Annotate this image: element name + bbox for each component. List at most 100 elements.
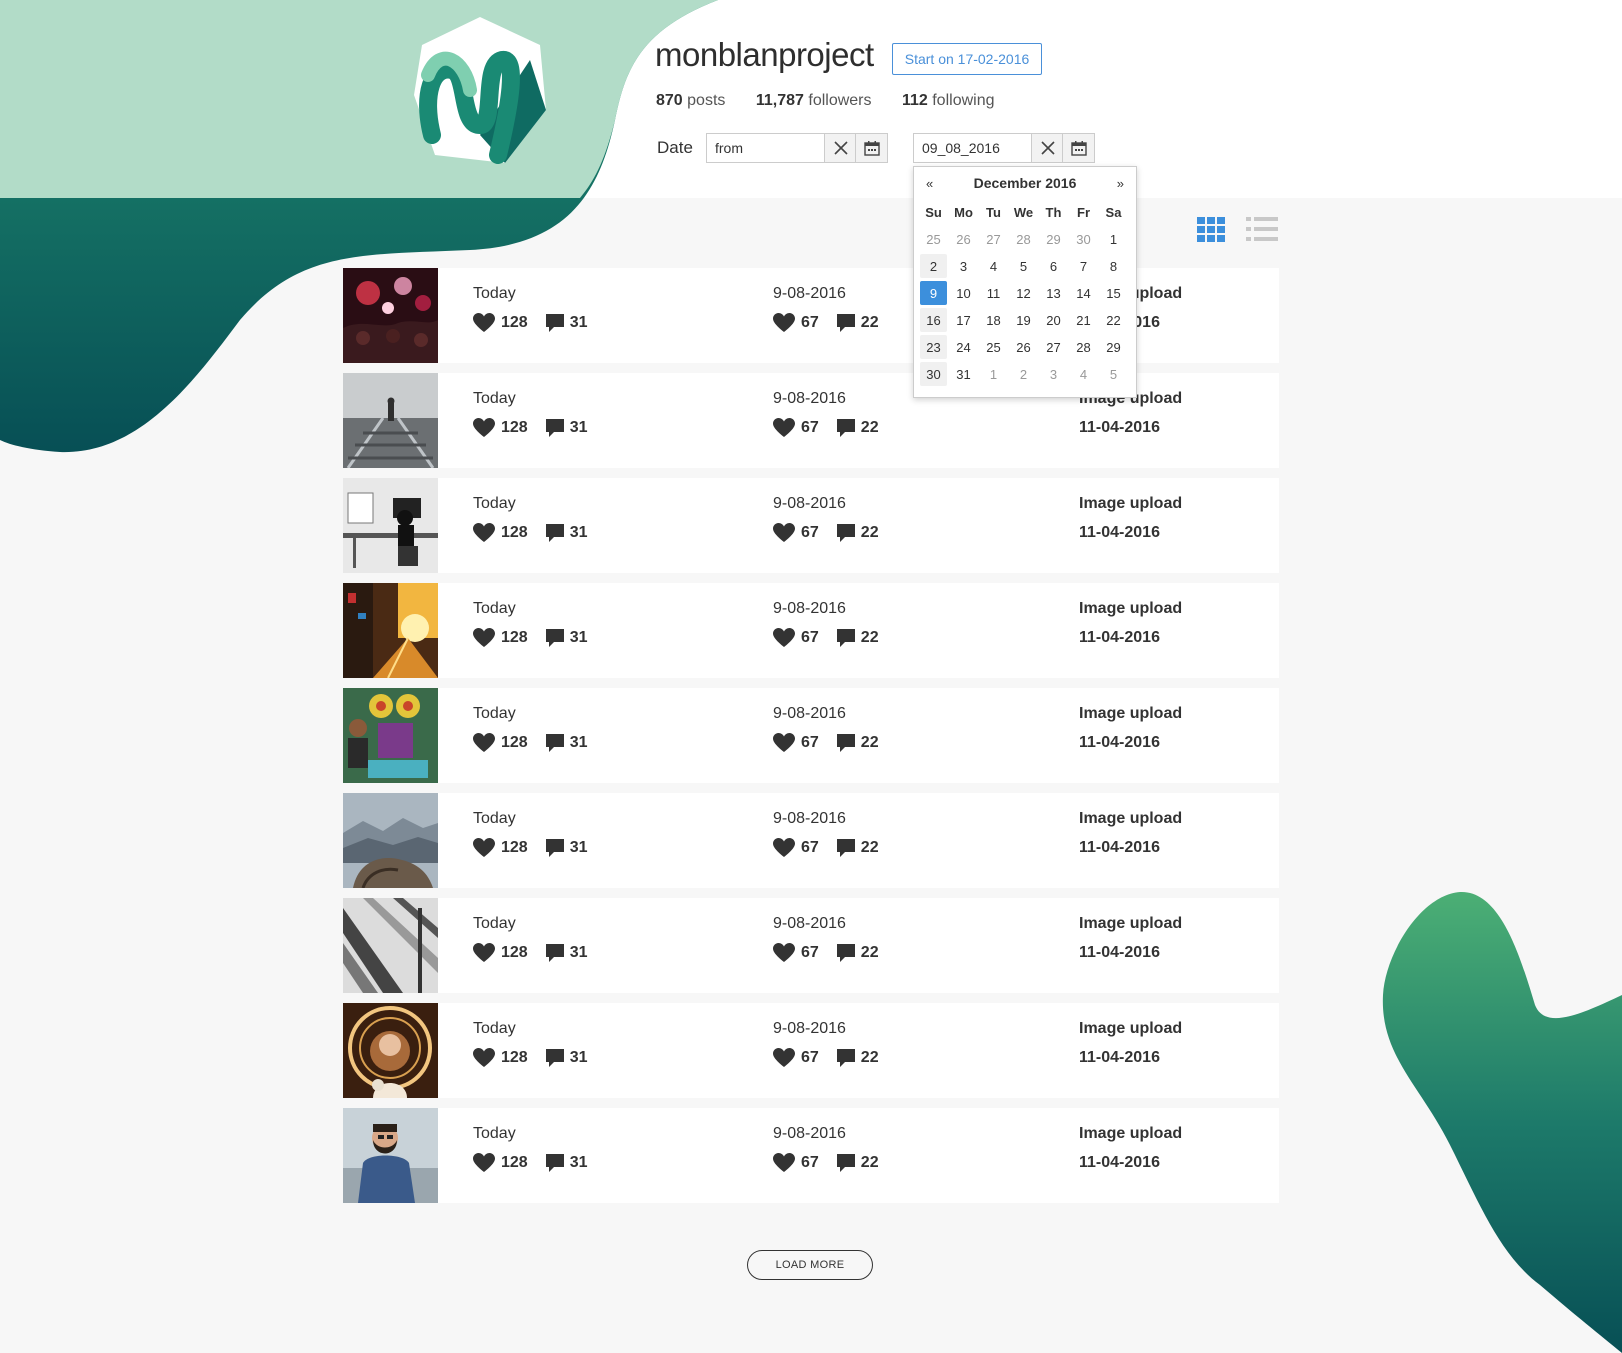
calendar-day[interactable]: 31 — [950, 362, 977, 386]
post-thumbnail[interactable] — [343, 793, 438, 888]
calendar-day[interactable]: 20 — [1040, 308, 1067, 332]
open-calendar-from-button[interactable] — [855, 134, 887, 162]
comment-icon — [836, 734, 855, 752]
calendar-day[interactable]: 28 — [1070, 335, 1097, 359]
calendar-day[interactable]: 1 — [980, 362, 1007, 386]
calendar-day[interactable]: 30 — [1070, 227, 1097, 251]
date-from-field[interactable] — [706, 133, 888, 163]
calendar-day[interactable]: 30 — [920, 362, 947, 386]
calendar-day[interactable]: 22 — [1100, 308, 1127, 332]
calendar-day[interactable]: 24 — [950, 335, 977, 359]
period-label: 9-08-2016 — [773, 1125, 846, 1142]
calendar-day[interactable]: 8 — [1100, 254, 1127, 278]
next-month-button[interactable]: » — [1117, 176, 1124, 191]
post-thumbnail[interactable] — [343, 1003, 438, 1098]
likes-count: 128 — [473, 418, 528, 438]
prev-month-button[interactable]: « — [926, 176, 933, 191]
calendar-day[interactable]: 4 — [1070, 362, 1097, 386]
calendar-day[interactable]: 18 — [980, 308, 1007, 332]
calendar-day[interactable]: 25 — [920, 227, 947, 251]
post-row[interactable]: Today128319-08-20166722Image upload11-04… — [343, 898, 1279, 993]
calendar-day[interactable]: 3 — [950, 254, 977, 278]
calendar-day[interactable]: 5 — [1010, 254, 1037, 278]
calendar-day[interactable]: 12 — [1010, 281, 1037, 305]
grid-view-icon[interactable] — [1197, 217, 1225, 243]
list-view-icon[interactable] — [1246, 217, 1278, 243]
load-more-button[interactable]: LOAD MORE — [747, 1250, 873, 1280]
post-row[interactable]: Today128319-08-20166722Image upload11-04… — [343, 478, 1279, 573]
post-row[interactable]: Today128319-08-20166722Image upload11-04… — [343, 1108, 1279, 1203]
post-thumbnail[interactable] — [343, 268, 438, 363]
post-thumbnail[interactable] — [343, 898, 438, 993]
post-thumbnail[interactable] — [343, 478, 438, 573]
comment-icon — [545, 1049, 564, 1067]
heart-icon — [773, 1048, 795, 1067]
post-row[interactable]: Today128319-08-20166722Image upload11-04… — [343, 793, 1279, 888]
start-date-badge[interactable]: Start on 17-02-2016 — [892, 43, 1042, 75]
calendar-day[interactable]: 28 — [1010, 227, 1037, 251]
stat-following[interactable]: 112 following — [902, 92, 995, 109]
likes-value: 67 — [801, 629, 819, 646]
calendar-day-selected[interactable]: 9 — [920, 281, 947, 305]
calendar-day[interactable]: 14 — [1070, 281, 1097, 305]
post-thumbnail[interactable] — [343, 688, 438, 783]
calendar-day[interactable]: 7 — [1070, 254, 1097, 278]
calendar-day[interactable]: 13 — [1040, 281, 1067, 305]
calendar-day[interactable]: 17 — [950, 308, 977, 332]
comments-value: 31 — [569, 1049, 588, 1066]
upload-date: 11-04-2016 — [1079, 524, 1160, 541]
calendar-day[interactable]: 29 — [1040, 227, 1067, 251]
calendar-day[interactable]: 1 — [1100, 227, 1127, 251]
calendar-day[interactable]: 26 — [1010, 335, 1037, 359]
post-thumbnail[interactable] — [343, 373, 438, 468]
post-row[interactable]: Today128319-08-20166722Image upload11-04… — [343, 688, 1279, 783]
calendar-day[interactable]: 21 — [1070, 308, 1097, 332]
calendar-day[interactable]: 25 — [980, 335, 1007, 359]
calendar-day[interactable]: 2 — [1010, 362, 1037, 386]
calendar-day[interactable]: 27 — [1040, 335, 1067, 359]
calendar-day[interactable]: 15 — [1100, 281, 1127, 305]
weekday-label: Tu — [986, 204, 1001, 220]
likes-count: 128 — [473, 313, 528, 333]
post-thumbnail[interactable] — [343, 583, 438, 678]
comments-count: 31 — [545, 839, 588, 857]
period-label: Today — [473, 810, 516, 827]
likes-value: 128 — [501, 1049, 528, 1066]
calendar-day[interactable]: 19 — [1010, 308, 1037, 332]
calendar-day[interactable]: 11 — [980, 281, 1007, 305]
comments-count: 22 — [836, 1154, 879, 1172]
comments-value: 31 — [569, 419, 588, 436]
calendar-day[interactable]: 26 — [950, 227, 977, 251]
stat-followers[interactable]: 11,787 followers — [756, 92, 872, 109]
comments-count: 31 — [545, 944, 588, 962]
calendar-day[interactable]: 5 — [1100, 362, 1127, 386]
upload-date: 11-04-2016 — [1079, 1154, 1160, 1171]
comments-count: 22 — [836, 419, 879, 437]
calendar-day[interactable]: 6 — [1040, 254, 1067, 278]
calendar-month-label[interactable]: December 2016 — [974, 175, 1077, 191]
calendar-day[interactable]: 10 — [950, 281, 977, 305]
calendar-grid: Su Mo Tu We Th Fr Sa 25 26 27 28 29 30 1 2 3 4 5 6 7 8 9 10 11… — [917, 197, 1130, 389]
post-image — [343, 478, 438, 573]
engagement-metrics: 67 22 — [773, 313, 897, 333]
calendar-day[interactable]: 29 — [1100, 335, 1127, 359]
post-row[interactable]: Today128319-08-20166722Image upload11-04… — [343, 268, 1279, 363]
calendar-day[interactable]: 23 — [920, 335, 947, 359]
date-to-field[interactable] — [913, 133, 1095, 163]
likes-count: 128 — [473, 733, 528, 753]
clear-from-button[interactable] — [824, 134, 856, 162]
calendar-day[interactable]: 4 — [980, 254, 1007, 278]
clear-to-button[interactable] — [1031, 134, 1063, 162]
date-to-input[interactable] — [922, 134, 1032, 162]
calendar-day[interactable]: 16 — [920, 308, 947, 332]
date-from-input[interactable] — [715, 134, 825, 162]
post-thumbnail[interactable] — [343, 1108, 438, 1203]
post-row[interactable]: Today128319-08-20166722Image upload11-04… — [343, 373, 1279, 468]
post-row[interactable]: Today128319-08-20166722Image upload11-04… — [343, 583, 1279, 678]
open-calendar-to-button[interactable] — [1062, 134, 1094, 162]
calendar-day[interactable]: 2 — [920, 254, 947, 278]
calendar-day[interactable]: 27 — [980, 227, 1007, 251]
engagement-metrics: 128 31 — [473, 418, 606, 438]
calendar-day[interactable]: 3 — [1040, 362, 1067, 386]
post-row[interactable]: Today128319-08-20166722Image upload11-04… — [343, 1003, 1279, 1098]
